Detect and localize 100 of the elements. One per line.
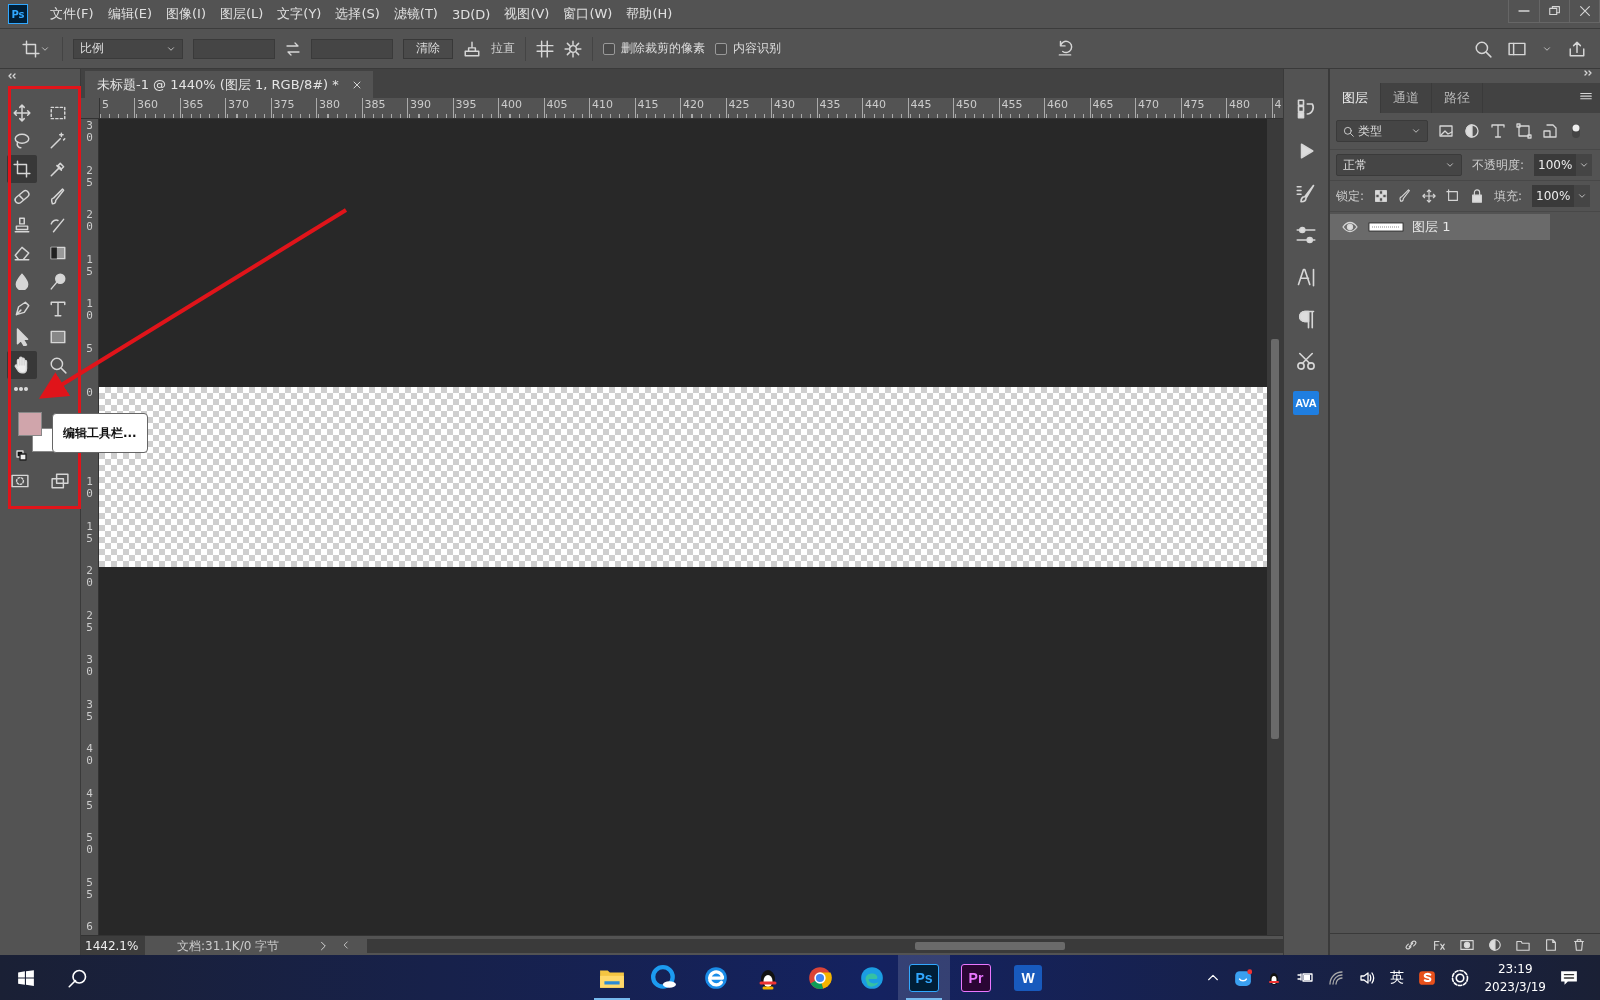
menu-item[interactable]: 视图(V) — [504, 5, 550, 23]
menu-item[interactable]: 选择(S) — [335, 5, 380, 23]
ruler-label: 415 — [634, 98, 680, 118]
scrollbar-thumb[interactable] — [1271, 339, 1279, 739]
panel-tab[interactable]: 图层 — [1330, 83, 1381, 113]
menu-item[interactable]: 图层(L) — [219, 5, 264, 23]
drop-icon — [13, 272, 31, 290]
filter-dropdown[interactable]: 类型 — [1336, 120, 1428, 142]
straighten-icon — [463, 39, 481, 58]
height-field[interactable] — [311, 38, 393, 59]
effects-icon — [1432, 938, 1446, 952]
layer-row[interactable]: 图层 1 — [1330, 214, 1550, 240]
crop-icon — [22, 39, 40, 58]
taskbar-app[interactable]: W — [1002, 955, 1054, 1000]
zoom-level[interactable]: 1442.1% — [81, 936, 145, 956]
opacity-field[interactable]: 100% — [1534, 154, 1577, 176]
ruler-label: 450 — [953, 98, 999, 118]
menu-item[interactable]: 帮助(H) — [626, 5, 673, 23]
clock-date[interactable]: 2023/3/19 — [1484, 977, 1546, 996]
eye-icon — [1342, 219, 1358, 235]
settings-icon — [1450, 967, 1471, 988]
collapse-icon — [6, 72, 18, 80]
ruler-label: 455 — [998, 98, 1044, 118]
menu-item[interactable]: 文件(F) — [50, 5, 94, 23]
move-icon — [13, 104, 31, 122]
ruler-label: 475 — [1180, 98, 1226, 118]
layer-name: 图层 1 — [1412, 218, 1451, 236]
share-icon — [1568, 39, 1586, 58]
ratio-dropdown[interactable]: 比例 — [73, 38, 183, 59]
ruler-label: 40 — [86, 743, 93, 770]
zoom-icon — [49, 356, 67, 374]
ruler-label: 365 — [179, 98, 225, 118]
rectangle-icon — [49, 328, 67, 346]
fill-field[interactable]: 100% — [1532, 185, 1575, 207]
chevron-left-icon — [341, 940, 351, 950]
ruler-label: 15 — [86, 253, 93, 280]
reset-icon — [1056, 38, 1074, 56]
smile-app-icon — [1234, 968, 1253, 987]
ruler-label: 6 — [86, 921, 93, 935]
ruler-label: 435 — [816, 98, 862, 118]
checkbox[interactable] — [715, 42, 727, 55]
pen-icon — [13, 300, 31, 318]
menu-item[interactable]: 滤镜(T) — [393, 5, 438, 23]
ruler-label: 400 — [498, 98, 544, 118]
ruler-label: 25 — [86, 164, 93, 191]
search-icon — [1343, 125, 1354, 137]
type-icon — [1490, 123, 1506, 139]
trash-icon — [1572, 938, 1586, 952]
checkbox[interactable] — [603, 42, 615, 55]
wand-icon — [49, 132, 67, 150]
ruler-label: 405 — [543, 98, 589, 118]
taskbar-app[interactable]: Ps — [898, 955, 950, 1000]
ruler-label: 370 — [225, 98, 271, 118]
gradient-icon — [49, 244, 67, 262]
browser-icon — [703, 964, 729, 991]
ruler-label: 35 — [86, 698, 93, 725]
taskbar-app[interactable]: Pr — [950, 955, 1002, 1000]
tool-button[interactable] — [7, 351, 37, 379]
document-tab[interactable]: 未标题-1 @ 1440% (图层 1, RGB/8#) * — [85, 71, 373, 98]
brush-icon — [1398, 189, 1413, 203]
ruler-label: 395 — [452, 98, 498, 118]
menu-item[interactable]: 文字(Y) — [277, 5, 322, 23]
screen-mode-icon — [50, 472, 70, 490]
blend-mode-dropdown[interactable]: 正常 — [1336, 154, 1462, 176]
checkbox-label: 内容识别 — [733, 40, 781, 57]
dodge-icon — [49, 272, 67, 290]
ruler-label: 420 — [680, 98, 726, 118]
width-field[interactable] — [193, 38, 275, 59]
clock-time[interactable]: 23:19 — [1497, 959, 1533, 978]
plugin-button[interactable]: AVA — [1290, 389, 1322, 417]
adjustment-icon — [1488, 938, 1502, 952]
ruler-label: 445 — [907, 98, 953, 118]
swap-icon — [285, 40, 301, 57]
artboard-icon — [1446, 189, 1461, 203]
brush-list-icon — [1296, 183, 1316, 203]
menu-item[interactable]: 窗口(W) — [563, 5, 613, 23]
scrollbar-thumb[interactable] — [915, 942, 1065, 950]
ruler-label: 465 — [1089, 98, 1135, 118]
foreground-swatch[interactable] — [18, 412, 42, 436]
menu-item[interactable]: 3D(D) — [451, 6, 491, 22]
ruler-label: 360 — [134, 98, 180, 118]
photoshop-app-icon: Ps — [909, 963, 939, 992]
minimize-icon — [1518, 10, 1530, 12]
ruler-label: 5 — [86, 342, 93, 357]
lock-pixels-icon — [1374, 189, 1389, 203]
tool-button[interactable] — [7, 155, 37, 183]
edge-icon — [859, 964, 885, 991]
menu-item[interactable]: 图像(I) — [166, 5, 206, 23]
smart-object-icon — [1542, 123, 1558, 139]
input-language[interactable]: 英 — [1390, 968, 1405, 987]
fill-label: 填充: — [1494, 187, 1523, 205]
document-info: 文档:31.1K/0 字节 — [177, 937, 281, 955]
history-icon — [1296, 99, 1316, 119]
menu-item[interactable]: 编辑(E) — [107, 5, 152, 23]
brush-icon — [49, 188, 67, 206]
clear-button[interactable]: 清除 — [403, 38, 453, 59]
notification-icon — [1560, 968, 1578, 987]
quick-mask-icon — [10, 472, 30, 490]
search-icon — [68, 967, 88, 988]
straighten-label[interactable]: 拉直 — [491, 40, 515, 57]
